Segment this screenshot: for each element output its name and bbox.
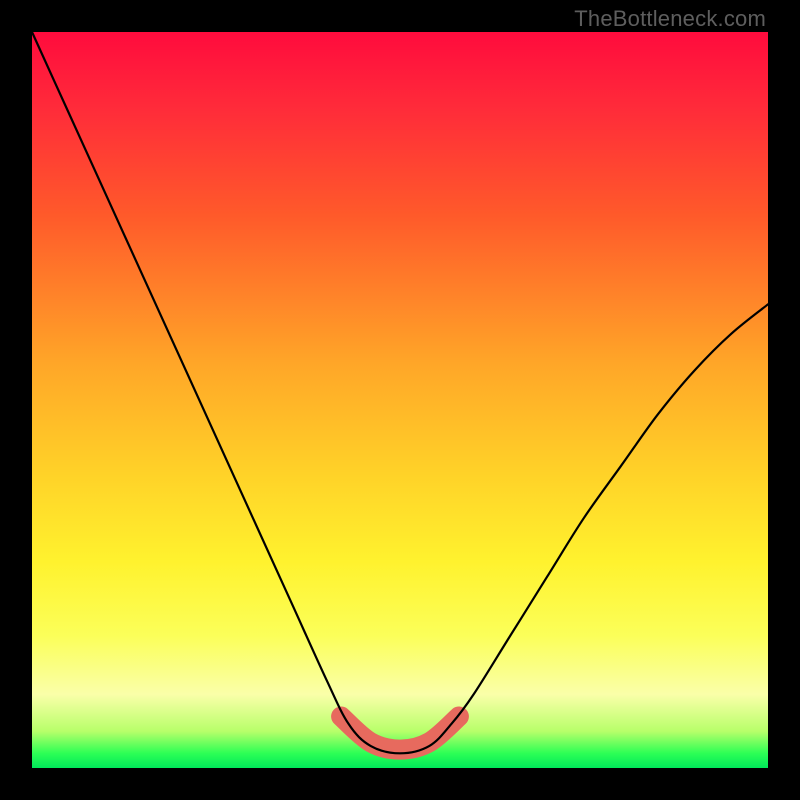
bottleneck-curve [32, 32, 768, 753]
watermark-text: TheBottleneck.com [574, 6, 766, 32]
plot-area [32, 32, 768, 768]
chart-frame: TheBottleneck.com [0, 0, 800, 800]
highlight-band [341, 717, 459, 750]
curve-svg [32, 32, 768, 768]
